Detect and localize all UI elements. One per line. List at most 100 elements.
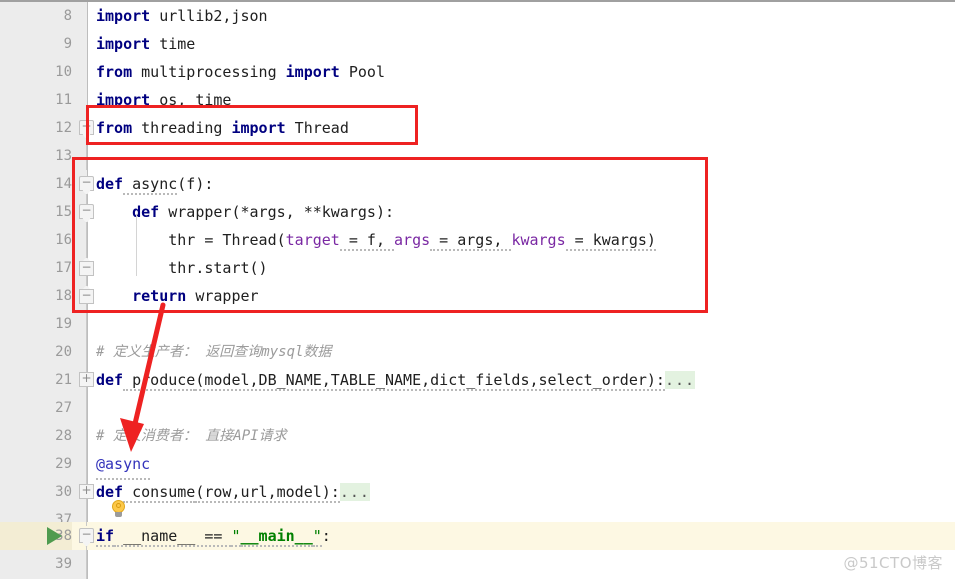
code-line-20[interactable]: 20 # 定义生产者： 返回查询mysql数据 [0, 338, 955, 366]
fold-connector-line [86, 298, 87, 382]
code-text: from multiprocessing import Pool [96, 58, 385, 86]
line-number: 39 [55, 556, 72, 572]
code-text: import urllib2,json [96, 2, 268, 30]
line-number: 19 [55, 316, 72, 332]
fold-toggle-line-14[interactable]: − [79, 176, 96, 193]
code-line-29[interactable]: 29 @async [0, 450, 955, 480]
code-line-14[interactable]: 14 def async(f): [0, 170, 955, 198]
token-text: os, time [150, 91, 232, 109]
line-number: 27 [55, 400, 72, 416]
code-line-28[interactable]: 28 # 定义消费者： 直接API请求 [0, 422, 955, 450]
plus-icon: + [81, 371, 92, 385]
token-params: (row,url,model): [195, 483, 340, 503]
folded-code-placeholder[interactable]: ... [339, 483, 370, 501]
code-text: def wrapper(*args, **kwargs): [96, 198, 394, 226]
token-params: (*args, **kwargs): [231, 203, 395, 221]
token-value-kwargs: = kwargs) [565, 231, 656, 251]
fold-connector-line [86, 544, 87, 579]
lightbulb-base [115, 512, 122, 517]
token-keyword: import [96, 7, 151, 25]
token-keyword-from: from [96, 119, 133, 137]
watermark: @51CTO博客 [843, 554, 943, 572]
code-line-19[interactable]: 19 [0, 310, 955, 338]
token-decorator: @async [96, 450, 151, 480]
token-kwarg-args: args [394, 231, 431, 249]
token-params: (f): [177, 175, 214, 193]
fold-toggle-line-17[interactable]: − [79, 261, 96, 278]
code-line-21[interactable]: 21 def produce(model,DB_NAME,TABLE_NAME,… [0, 366, 955, 394]
token-colon: : [321, 527, 331, 545]
token-params: (model,DB_NAME,TABLE_NAME,dict_fields,se… [195, 371, 665, 391]
token-kwarg-target: target [285, 231, 340, 249]
fold-toggle-line-30[interactable]: + [79, 484, 96, 501]
code-line-30[interactable]: 30 def consume(row,url,model):... [0, 478, 955, 506]
code-text: from threading import Thread [96, 114, 349, 142]
fold-toggle-line-15[interactable]: − [79, 204, 96, 221]
token-keyword: import [96, 35, 151, 53]
plus-icon: + [81, 483, 92, 497]
code-line-8[interactable]: 8 import urllib2,json [0, 2, 955, 30]
code-line-13[interactable]: 13 [0, 142, 955, 170]
token-assignment: thr = Thread( [168, 231, 286, 249]
fold-toggle-line-38[interactable]: − [79, 528, 96, 545]
line-number: 11 [55, 92, 72, 108]
code-line-38[interactable]: 38 if __name__ == "__main__": [0, 522, 955, 550]
line-number: 17 [55, 260, 72, 276]
token-quote-close: " [312, 527, 322, 547]
code-text: thr = Thread(target = f, args = args, kw… [96, 226, 656, 254]
line-number: 20 [55, 344, 72, 360]
token-name: Pool [339, 63, 385, 81]
lightbulb-filament [116, 503, 121, 508]
line-number: 29 [55, 456, 72, 472]
line-number: 28 [55, 428, 72, 444]
run-configuration-icon[interactable] [47, 527, 62, 545]
lightbulb-icon[interactable] [112, 500, 126, 518]
token-keyword-from: from [96, 63, 133, 81]
fold-toggle-line-18[interactable]: − [79, 289, 96, 306]
token-name: wrapper [186, 287, 259, 305]
code-line-18[interactable]: 18 return wrapper [0, 282, 955, 310]
code-text: import os, time [96, 86, 231, 114]
code-line-16[interactable]: 16 thr = Thread(target = f, args = args,… [0, 226, 955, 254]
line-number: 10 [55, 64, 72, 80]
code-line-11[interactable]: 11 import os, time [0, 86, 955, 114]
plus-icon: + [81, 119, 92, 133]
code-line-27[interactable]: 27 [0, 394, 955, 422]
token-keyword-def: def [96, 371, 124, 389]
line-number: 9 [63, 36, 72, 52]
token-value-args: = args, [430, 231, 512, 251]
folded-code-placeholder[interactable]: ... [664, 371, 696, 389]
fold-toggle-line-21[interactable]: + [79, 372, 96, 389]
code-line-39[interactable]: 39 [0, 550, 955, 578]
token-module: multiprocessing [132, 63, 286, 81]
line-number: 8 [63, 8, 72, 24]
token-function-name: consume [123, 483, 196, 503]
token-call: thr.start() [168, 259, 268, 277]
code-line-17[interactable]: 17 thr.start() [0, 254, 955, 282]
minus-icon: − [81, 527, 92, 541]
fold-toggle-line-12[interactable]: + [79, 120, 96, 137]
token-comment: # 定义消费者： 直接API请求 [96, 428, 287, 444]
line-number: 13 [55, 148, 72, 164]
code-text: def async(f): [96, 170, 213, 198]
code-text: def consume(row,url,model):... [96, 478, 370, 506]
code-editor[interactable]: 8 import urllib2,json 9 import time 10 f… [0, 0, 955, 579]
code-text: import time [96, 30, 195, 58]
line-number: 16 [55, 232, 72, 248]
minus-icon: − [81, 260, 92, 274]
code-line-12[interactable]: 12 from threading import Thread [0, 114, 955, 142]
line-number: 14 [55, 176, 72, 192]
token-dunder-name: __name__ == [114, 527, 232, 547]
token-keyword-return: return [132, 287, 187, 305]
token-keyword: import [96, 91, 151, 109]
code-line-10[interactable]: 10 from multiprocessing import Pool [0, 58, 955, 86]
code-line-9[interactable]: 9 import time [0, 30, 955, 58]
token-kwarg-kwargs: kwargs [511, 231, 566, 249]
token-function-name: async [123, 175, 178, 195]
token-comment: # 定义生产者： 返回查询mysql数据 [96, 344, 332, 360]
code-line-15[interactable]: 15 def wrapper(*args, **kwargs): [0, 198, 955, 226]
token-text: time [150, 35, 196, 53]
line-number: 21 [55, 372, 72, 388]
token-module: threading [132, 119, 232, 137]
